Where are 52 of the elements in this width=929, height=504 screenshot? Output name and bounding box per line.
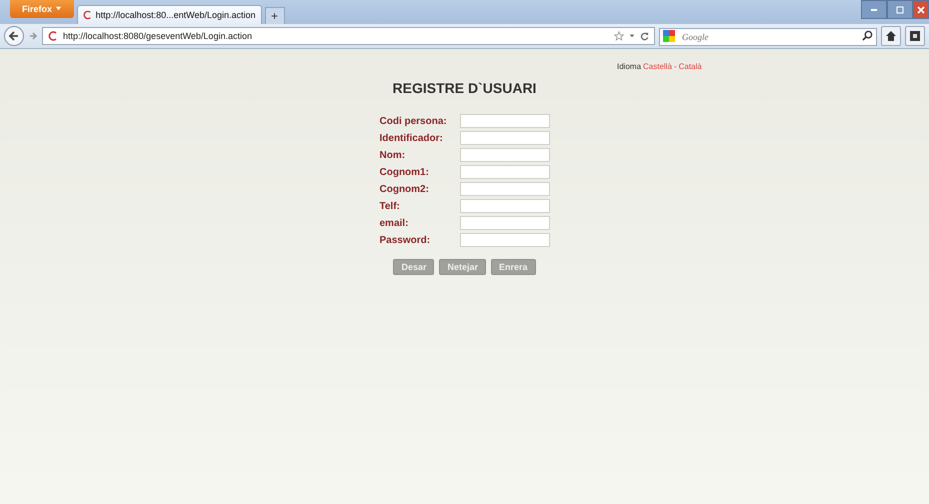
address-bar[interactable]: http://localhost:8080/geseventWeb/Login.action: [42, 27, 655, 45]
maximize-button[interactable]: [887, 0, 913, 19]
maximize-icon: [895, 4, 905, 14]
form-button[interactable]: Netejar: [439, 259, 486, 275]
input-field[interactable]: [460, 148, 550, 162]
field-label: Cognom2:: [380, 184, 430, 194]
minimize-button[interactable]: [861, 0, 887, 19]
language-link[interactable]: Català: [678, 62, 702, 71]
input-field[interactable]: [460, 114, 550, 128]
field-label: Nom:: [380, 150, 406, 160]
square-icon: [909, 30, 921, 42]
input-field[interactable]: [460, 131, 550, 145]
forward-button[interactable]: [28, 31, 38, 41]
url-text: http://localhost:8080/geseventWeb/Login.action: [63, 31, 253, 41]
field-label: Password:: [380, 234, 432, 246]
input-field[interactable]: [460, 165, 550, 179]
back-arrow-icon: [8, 30, 20, 42]
field-label: email:: [380, 218, 410, 228]
home-button[interactable]: [881, 26, 901, 46]
caret-icon: [54, 5, 62, 12]
field-label: Codi persona:: [380, 116, 448, 126]
input-field[interactable]: [460, 199, 550, 213]
search-icon[interactable]: [862, 30, 873, 41]
field-label: Telf:: [380, 200, 401, 212]
loading-icon: [48, 31, 58, 41]
input-field[interactable]: [460, 182, 550, 196]
search-engine-icon[interactable]: [663, 30, 675, 42]
language-link[interactable]: Castellà: [643, 62, 672, 71]
input-field[interactable]: [460, 233, 550, 247]
reload-icon[interactable]: [640, 32, 649, 40]
tab-title: http://localhost:80...entWeb/Login.action: [96, 10, 256, 20]
separator: -: [674, 62, 677, 71]
close-icon: [916, 4, 926, 14]
star-icon[interactable]: [614, 31, 624, 41]
firefox-menu-button[interactable]: Firefox: [10, 0, 74, 18]
close-button[interactable]: [913, 0, 929, 19]
input-field[interactable]: [460, 216, 550, 230]
search-field[interactable]: Google: [659, 28, 877, 46]
browser-tab[interactable]: http://localhost:80...entWeb/Login.action: [76, 5, 262, 24]
home-icon: [885, 30, 897, 42]
caret-icon[interactable]: [629, 33, 635, 39]
language-label: Idioma: [617, 62, 642, 71]
page-title: REGISTRE D`USUARI: [392, 80, 536, 96]
new-tab-button[interactable]: +: [264, 7, 285, 24]
form-button[interactable]: Desar: [393, 259, 434, 275]
field-label: Identificador:: [380, 132, 444, 144]
minimize-icon: [871, 8, 877, 10]
loading-icon: [82, 10, 92, 20]
bookmarks-button[interactable]: [905, 26, 925, 46]
form-button[interactable]: Enrera: [491, 259, 536, 275]
field-label: Cognom1:: [380, 166, 430, 178]
back-button[interactable]: [4, 26, 24, 46]
